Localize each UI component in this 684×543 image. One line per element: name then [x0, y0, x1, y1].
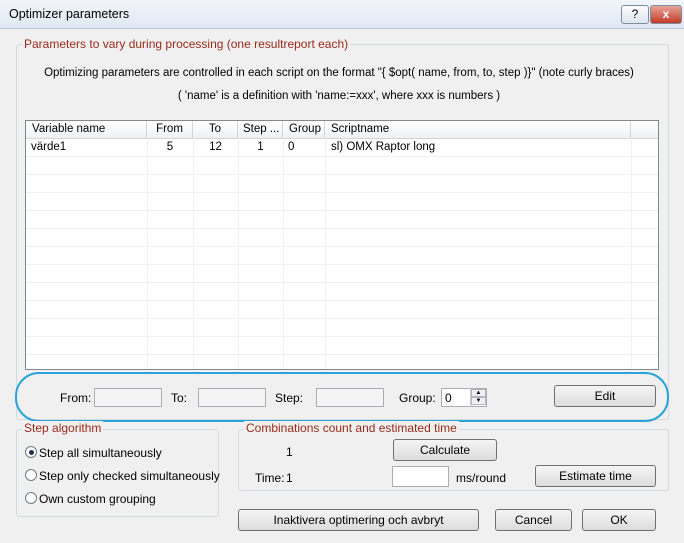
- spin-up-icon[interactable]: ▲: [471, 389, 486, 397]
- cell-group: 0: [288, 141, 295, 153]
- grid-line: [238, 138, 239, 369]
- ms-unit-label: ms/round: [456, 471, 507, 485]
- ok-button[interactable]: OK: [582, 509, 656, 531]
- from-label: From:: [60, 391, 92, 405]
- spin-down-icon[interactable]: ▼: [471, 397, 486, 405]
- estimate-time-button[interactable]: Estimate time: [535, 465, 656, 487]
- step-label: Step:: [275, 391, 304, 405]
- grid-line: [26, 246, 658, 247]
- radio-step-all[interactable]: [25, 446, 37, 458]
- parameters-table[interactable]: Variable name From To Step ... Group Scr…: [25, 120, 659, 370]
- abort-optimization-button[interactable]: Inaktivera optimering och avbryt: [238, 509, 479, 531]
- column-header-group[interactable]: Group: [283, 121, 325, 138]
- combinations-legend: Combinations count and estimated time: [244, 421, 459, 435]
- grid-line: [147, 138, 148, 369]
- column-header-filler: [631, 121, 658, 138]
- calculate-button[interactable]: Calculate: [393, 439, 497, 461]
- ms-per-round-input[interactable]: [392, 466, 449, 487]
- column-header-variable-name[interactable]: Variable name: [26, 121, 147, 138]
- grid-line: [193, 138, 194, 369]
- grid-line: [631, 138, 632, 369]
- time-label: Time:: [255, 471, 285, 485]
- grid-line: [26, 156, 658, 157]
- grid-line: [26, 300, 658, 301]
- cell-from: 5: [166, 141, 174, 153]
- grid-line: [26, 192, 658, 193]
- grid-line: [26, 318, 658, 319]
- grid-line: [26, 174, 658, 175]
- radio-custom-grouping[interactable]: [25, 492, 37, 504]
- grid-line: [26, 210, 658, 211]
- window-title: Optimizer parameters: [9, 7, 130, 21]
- step-input[interactable]: [316, 388, 384, 407]
- table-header: Variable name From To Step ... Group Scr…: [26, 121, 658, 139]
- parameters-group-legend: Parameters to vary during processing (on…: [22, 37, 351, 51]
- edit-button[interactable]: Edit: [554, 385, 656, 407]
- grid-line: [26, 354, 658, 355]
- radio-step-checked[interactable]: [25, 469, 37, 481]
- column-header-step[interactable]: Step ...: [238, 121, 283, 138]
- grid-line: [26, 282, 658, 283]
- format-info-text: Optimizing parameters are controlled in …: [44, 67, 634, 79]
- label-step-checked[interactable]: Step only checked simultaneously: [39, 469, 220, 483]
- help-button[interactable]: ?: [621, 5, 649, 24]
- title-bar: Optimizer parameters ? x: [0, 0, 684, 29]
- column-header-to[interactable]: To: [193, 121, 238, 138]
- close-button[interactable]: x: [650, 5, 682, 24]
- column-header-from[interactable]: From: [147, 121, 193, 138]
- grid-line: [26, 264, 658, 265]
- to-label: To:: [171, 391, 188, 405]
- time-value: 1: [286, 471, 293, 485]
- grid-line: [283, 138, 284, 369]
- step-algorithm-legend: Step algorithm: [22, 421, 104, 435]
- optimizer-parameters-dialog: Optimizer parameters ? x Parameters to v…: [0, 0, 684, 543]
- cell-to: 12: [209, 141, 222, 153]
- grid-line: [325, 138, 326, 369]
- group-value: 0: [445, 391, 452, 405]
- cell-step: 1: [257, 141, 264, 153]
- grid-line: [26, 228, 658, 229]
- label-custom-grouping[interactable]: Own custom grouping: [39, 492, 156, 506]
- name-definition-info-text: ( 'name' is a definition with 'name:=xxx…: [177, 90, 501, 102]
- label-step-all[interactable]: Step all simultaneously: [39, 446, 162, 460]
- cancel-button[interactable]: Cancel: [495, 509, 572, 531]
- group-spinner: ▲ ▼: [470, 388, 487, 407]
- cell-variable-name: värde1: [31, 141, 67, 153]
- column-header-scriptname[interactable]: Scriptname: [325, 121, 631, 138]
- from-input[interactable]: [94, 388, 162, 407]
- combinations-count: 1: [286, 445, 293, 459]
- to-input[interactable]: [198, 388, 266, 407]
- cell-scriptname: sl) OMX Raptor long: [331, 141, 436, 153]
- grid-line: [26, 336, 658, 337]
- group-label: Group:: [399, 391, 436, 405]
